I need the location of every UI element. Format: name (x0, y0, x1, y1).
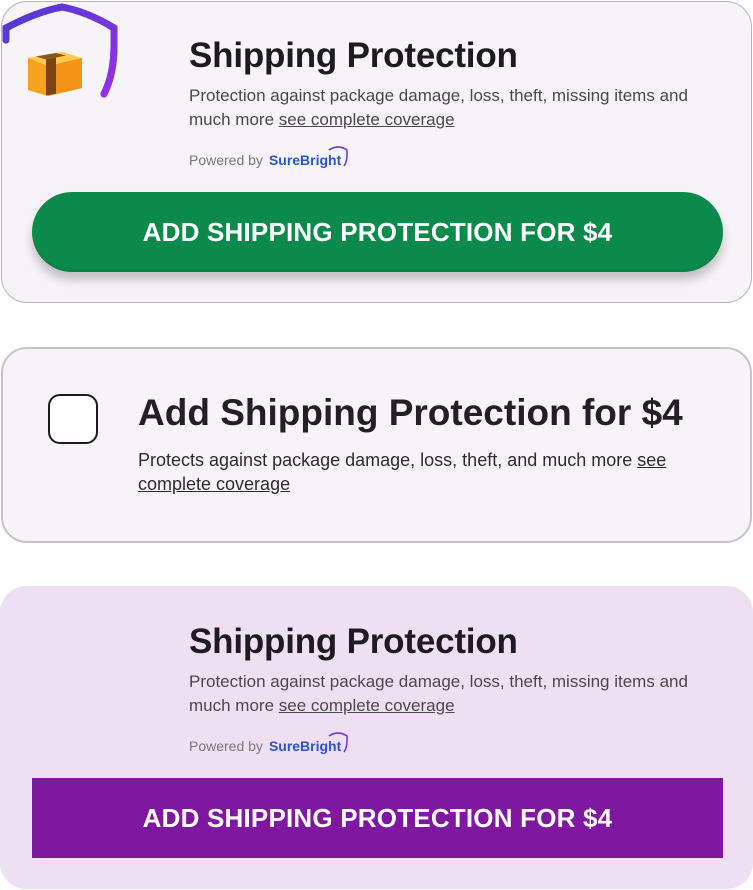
surebright-arc-icon (328, 732, 349, 753)
surebright-logo: SureBright (269, 732, 349, 754)
surebright-arc-icon (328, 146, 349, 167)
shield-box-icon (2, 3, 118, 98)
add-shipping-protection-button[interactable]: ADD SHIPPING PROTECTION FOR $4 (32, 778, 723, 858)
card-title: Shipping Protection (189, 36, 518, 75)
shipping-protection-card-checkbox (1, 347, 752, 543)
card-description: Protection against package damage, loss,… (189, 670, 729, 718)
card-title: Add Shipping Protection for $4 (138, 392, 683, 433)
shipping-protection-checkbox[interactable] (48, 394, 98, 444)
card-description: Protects against package damage, loss, t… (138, 448, 718, 496)
powered-by: Powered by SureBright (189, 732, 349, 754)
see-coverage-link[interactable]: see complete coverage (279, 110, 455, 129)
add-shipping-protection-button[interactable]: ADD SHIPPING PROTECTION FOR $4 (32, 192, 723, 272)
see-coverage-link[interactable]: see complete coverage (279, 696, 455, 715)
powered-by-label: Powered by (189, 738, 263, 754)
powered-by: Powered by SureBright (189, 146, 349, 168)
page: Shipping Protection Protection against p… (0, 0, 753, 890)
card-title: Shipping Protection (189, 622, 518, 661)
card-description: Protection against package damage, loss,… (189, 84, 729, 132)
description-text: Protects against package damage, loss, t… (138, 450, 633, 470)
surebright-logo: SureBright (269, 146, 349, 168)
powered-by-label: Powered by (189, 152, 263, 168)
